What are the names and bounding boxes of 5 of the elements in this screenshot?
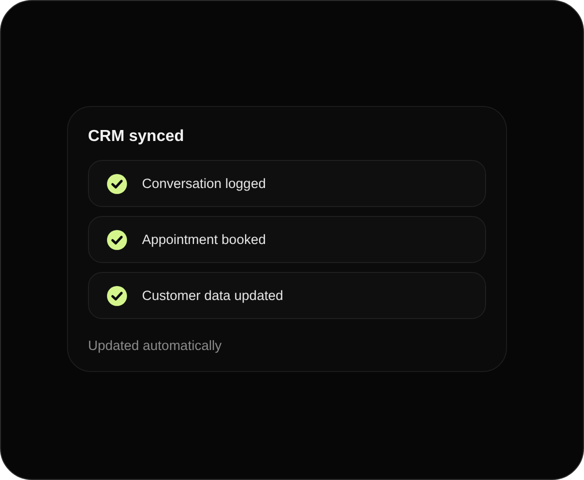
footer-note: Updated automatically xyxy=(88,338,223,353)
status-label: Customer data updated xyxy=(142,288,284,303)
card-title: CRM synced xyxy=(88,128,186,146)
status-label: Appointment booked xyxy=(142,232,266,247)
status-label: Conversation logged xyxy=(142,176,266,191)
